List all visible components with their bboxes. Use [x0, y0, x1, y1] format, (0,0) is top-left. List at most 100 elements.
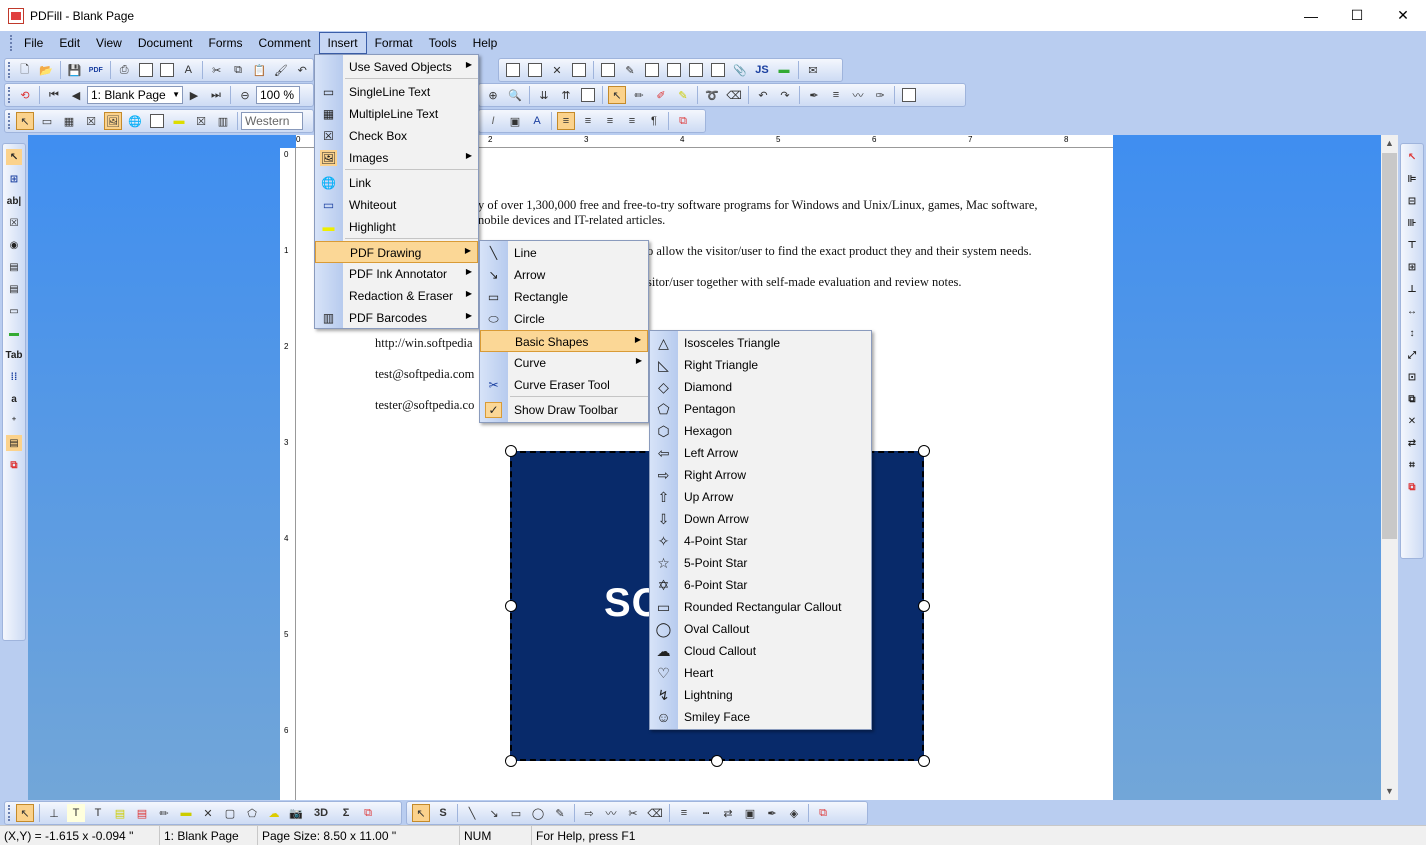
pen-style-icon[interactable]: ✑ [871, 86, 889, 104]
menu-item-curve-eraser-tool[interactable]: ✂ Curve Eraser Tool [480, 374, 648, 396]
attachment-icon[interactable]: 📎 [731, 61, 749, 79]
stamp-icon[interactable]: ⧉ [6, 457, 22, 473]
last-page-icon[interactable]: ⏭ [207, 86, 225, 104]
menu-item-rectangle[interactable]: ▭ Rectangle [480, 286, 648, 308]
next-page-icon[interactable]: ▶ [185, 86, 203, 104]
line-icon[interactable]: ╲ [463, 804, 481, 822]
menu-item-pentagon[interactable]: ⬠ Pentagon [650, 398, 871, 420]
expand-up-icon[interactable]: ⇈ [557, 86, 575, 104]
menu-item-arrow[interactable]: ↘ Arrow [480, 264, 648, 286]
same-width-icon[interactable]: ↔ [1404, 303, 1420, 319]
menu-item-line[interactable]: ╲ Line [480, 242, 648, 264]
line-style-icon[interactable]: ≡ [827, 86, 845, 104]
line-width-icon[interactable]: ≡ [675, 804, 693, 822]
menu-item-multipleline-text[interactable]: ▦ MultipleLine Text [315, 103, 478, 125]
highlight-icon[interactable]: ▬ [177, 804, 195, 822]
menu-comment[interactable]: Comment [251, 32, 319, 54]
crop-icon[interactable]: ✎ [621, 61, 639, 79]
document-info-icon[interactable] [709, 61, 727, 79]
stamp-icon[interactable]: ⊥ [45, 804, 63, 822]
menu-item-rounded-rectangular-callout[interactable]: ▭ Rounded Rectangular Callout [650, 596, 871, 618]
align-left-icon[interactable]: ≡ [557, 112, 575, 130]
header-footer-icon[interactable] [665, 61, 683, 79]
resize-handle[interactable] [505, 755, 517, 767]
image-icon[interactable]: 🖼 [104, 112, 122, 130]
scroll-down-icon[interactable]: ▼ [1381, 783, 1398, 800]
rectangle-icon[interactable]: ▭ [507, 804, 525, 822]
menu-insert[interactable]: Insert [318, 32, 367, 54]
pencil-icon[interactable]: ✎ [551, 804, 569, 822]
expand-down-icon[interactable]: ⇊ [535, 86, 553, 104]
menu-file[interactable]: File [16, 32, 51, 54]
menu-item-oval-callout[interactable]: ◯ Oval Callout [650, 618, 871, 640]
menu-item-heart[interactable]: ♡ Heart [650, 662, 871, 684]
rectangle-icon[interactable]: ▢ [221, 804, 239, 822]
menu-item-4-point-star[interactable]: ✧ 4-Point Star [650, 530, 871, 552]
resize-handle[interactable] [918, 755, 930, 767]
close-button[interactable]: ✕ [1380, 0, 1426, 31]
add-page-icon[interactable] [599, 61, 617, 79]
undo-icon[interactable]: ↶ [294, 61, 311, 79]
menu-item-use-saved-objects[interactable]: Use Saved Objects ▶ [315, 56, 478, 78]
menu-document[interactable]: Document [130, 32, 201, 54]
menu-edit[interactable]: Edit [51, 32, 88, 54]
stamp-icon[interactable]: ⧉ [1404, 479, 1420, 495]
menu-item-link[interactable]: 🌐 Link [315, 172, 478, 194]
resize-handle[interactable] [505, 445, 517, 457]
menu-item-pdf-ink-annotator[interactable]: PDF Ink Annotator ▶ [315, 263, 478, 285]
highlighter-icon[interactable]: ✎ [674, 86, 692, 104]
circle-icon[interactable]: ◯ [529, 804, 547, 822]
polygon-icon[interactable]: ⬠ [243, 804, 261, 822]
menu-item-right-triangle[interactable]: ◺ Right Triangle [650, 354, 871, 376]
print-icon[interactable]: ⎙ [115, 61, 132, 79]
text-field-icon[interactable]: ab| [6, 193, 22, 209]
battery-icon[interactable]: ▬ [775, 61, 793, 79]
select-arrow-icon[interactable]: ↖ [608, 86, 626, 104]
zoom-fit-icon[interactable]: 🔍 [506, 86, 524, 104]
radio-button-icon[interactable]: ◉ [6, 237, 22, 253]
open-folder-icon[interactable]: 📂 [37, 61, 54, 79]
resize-handle[interactable] [918, 445, 930, 457]
highlight-icon[interactable]: ▬ [170, 112, 188, 130]
menu-item-down-arrow[interactable]: ⇩ Down Arrow [650, 508, 871, 530]
first-page-icon[interactable]: ⏮ [45, 86, 63, 104]
align-top-icon[interactable]: ⊤ [1404, 237, 1420, 253]
minimize-button[interactable]: — [1288, 0, 1334, 31]
menu-item-pdf-barcodes[interactable]: ▥ PDF Barcodes ▶ [315, 307, 478, 329]
menu-item-basic-shapes[interactable]: Basic Shapes ▶ [480, 330, 648, 352]
scroll-up-icon[interactable]: ▲ [1381, 135, 1398, 152]
new-document-icon[interactable]: 🗋 [16, 61, 33, 79]
link-globe-icon[interactable]: 🌐 [126, 112, 144, 130]
page-insert-icon[interactable] [526, 61, 544, 79]
redact-icon[interactable]: ☒ [192, 112, 210, 130]
list-box-icon[interactable]: ▤ [6, 259, 22, 275]
zoom-in-icon[interactable]: ⊕ [484, 86, 502, 104]
export-icon[interactable] [158, 61, 175, 79]
menu-item-6-point-star[interactable]: ✡ 6-Point Star [650, 574, 871, 596]
line-color-icon[interactable]: ✒ [763, 804, 781, 822]
menu-forms[interactable]: Forms [201, 32, 251, 54]
font-script-select[interactable]: Western [241, 112, 303, 130]
javascript-icon[interactable]: JS [753, 61, 771, 79]
vertical-scrollbar[interactable]: ▲ ▼ [1381, 135, 1398, 800]
resize-handle[interactable] [505, 600, 517, 612]
paragraph-icon[interactable]: ¶ [645, 112, 663, 130]
document-link-text[interactable]: http://win.softpedia [375, 336, 473, 351]
eraser-icon[interactable]: ⌫ [646, 804, 664, 822]
menu-item-isosceles-triangle[interactable]: △ Isosceles Triangle [650, 332, 871, 354]
menu-format[interactable]: Format [367, 32, 421, 54]
lasso-icon[interactable]: ➰ [703, 86, 721, 104]
combo-box-icon[interactable]: ▤ [6, 281, 22, 297]
arrow-style-icon[interactable]: ⇄ [719, 804, 737, 822]
copy-icon[interactable]: ⧉ [229, 61, 246, 79]
page-extract-icon[interactable] [570, 61, 588, 79]
menu-item-curve[interactable]: Curve ▶ [480, 352, 648, 374]
save-icon[interactable]: 💾 [66, 61, 83, 79]
zoom-out-icon[interactable]: ⊖ [236, 86, 254, 104]
maximize-button[interactable]: ☐ [1334, 0, 1380, 31]
fill-color-icon[interactable]: ◈ [785, 804, 803, 822]
pencil-icon[interactable]: ✏ [630, 86, 648, 104]
align-fields-icon[interactable]: ⁺ [6, 413, 22, 429]
line-dash-icon[interactable]: ┅ [697, 804, 715, 822]
whiteout-icon[interactable] [148, 112, 166, 130]
